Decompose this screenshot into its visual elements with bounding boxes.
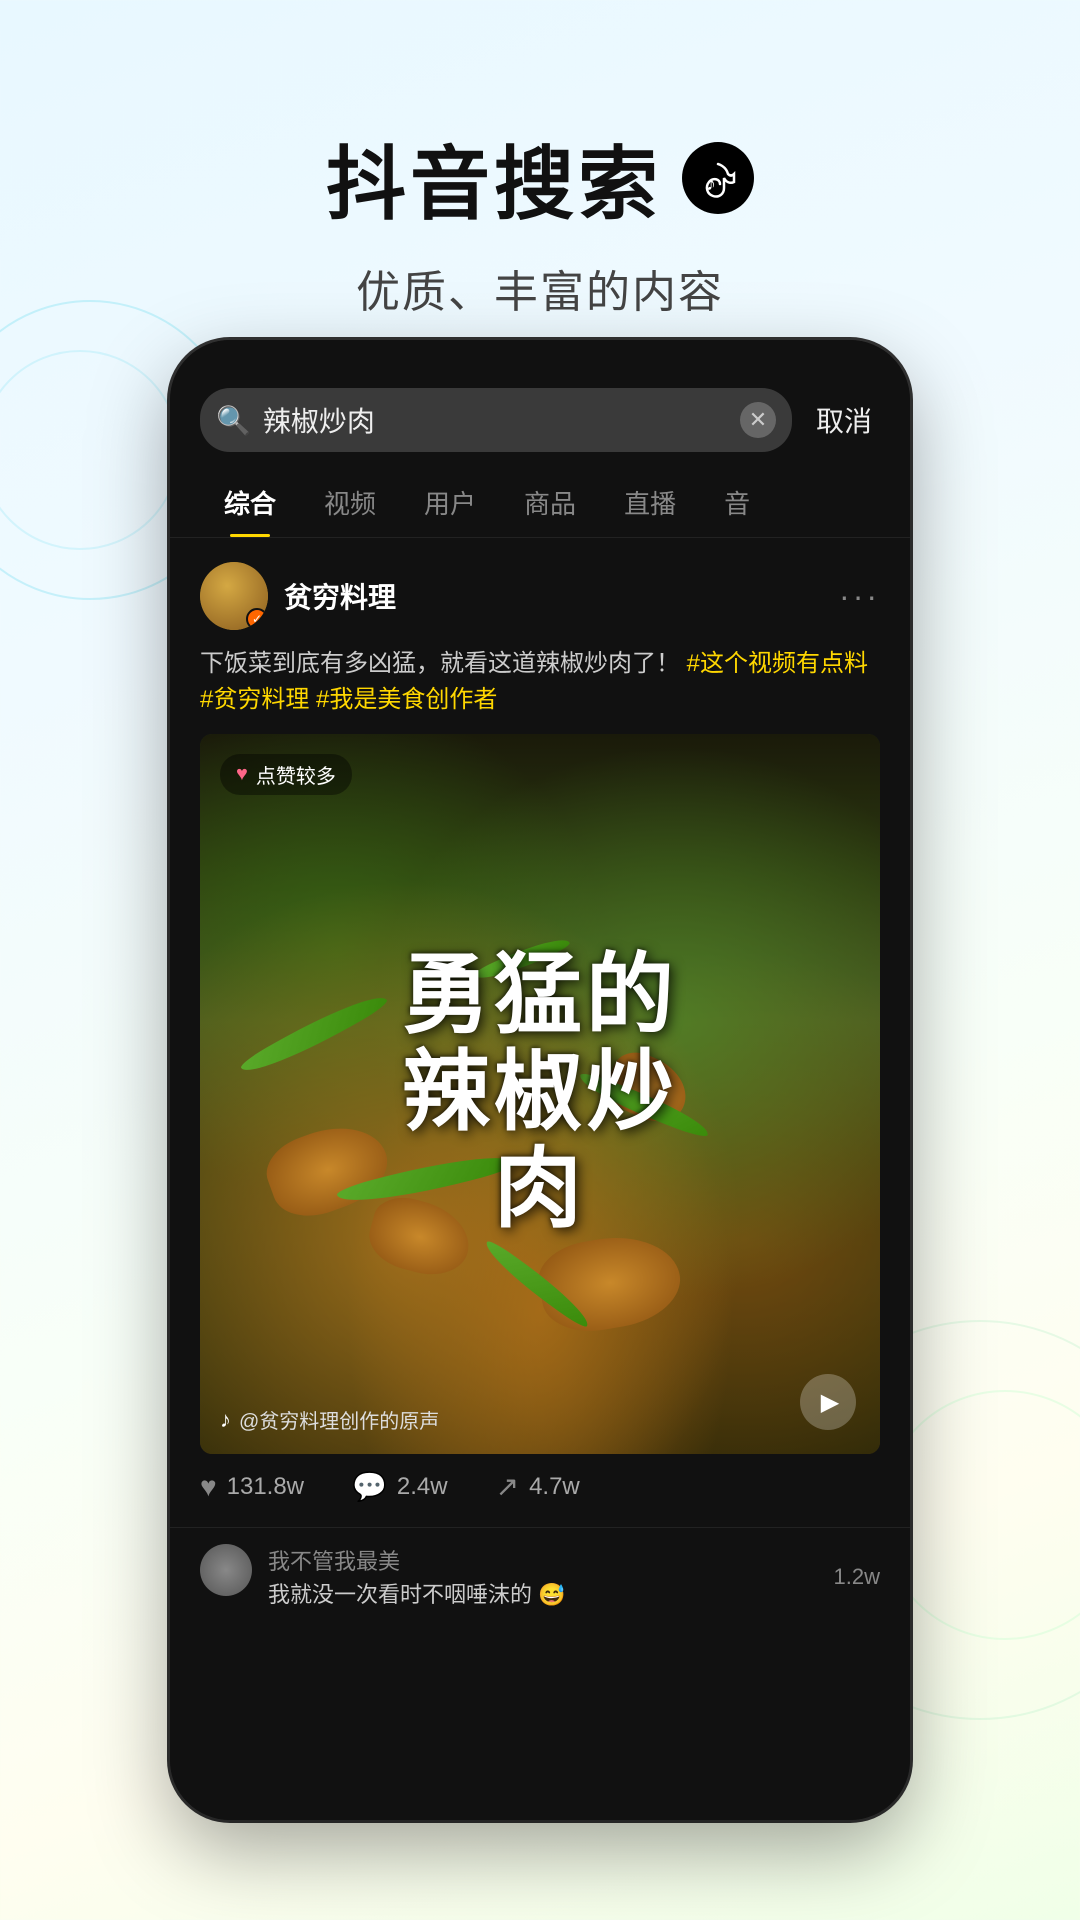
tab-商品[interactable]: 商品 <box>500 468 600 537</box>
shares-value: 4.7w <box>529 1473 580 1501</box>
comments-count[interactable]: 💬 2.4w <box>352 1470 448 1503</box>
search-input-wrap[interactable]: 🔍 辣椒炒肉 ✕ <box>200 388 792 452</box>
shares-count[interactable]: ↗ 4.7w <box>496 1470 580 1503</box>
hashtag-3[interactable]: #我是美食创作者 <box>316 686 497 713</box>
avatar[interactable]: ✓ <box>200 562 268 630</box>
tab-音[interactable]: 音 <box>700 468 774 537</box>
phone-frame: 🔍 辣椒炒肉 ✕ 取消 综合 视频 用户 商品 直播 <box>170 340 910 1820</box>
cancel-button[interactable]: 取消 <box>808 400 880 440</box>
result-card: ✓ 贫穷料理 ··· 下饭菜到底有多凶猛，就看这道辣椒炒肉了！ #这个视频有点料… <box>170 538 910 1527</box>
tab-用户[interactable]: 用户 <box>400 468 500 537</box>
video-overlay-text: 勇猛的辣椒炒肉 <box>234 949 846 1239</box>
header-section: 抖音搜索 ♪ 优质、丰富的内容 <box>0 0 1080 380</box>
comment-text: 我就没一次看时不咽唾沫的 😅 <box>268 1580 818 1611</box>
tiktok-note-icon: ♪ <box>220 1407 231 1433</box>
like-badge: ♥ 点赞较多 <box>220 754 352 795</box>
meat-visual-3 <box>533 1227 687 1340</box>
card-header: ✓ 贫穷料理 ··· <box>200 562 880 630</box>
play-icon: ▶ <box>821 1388 839 1417</box>
title-text: 抖音搜索 <box>326 120 662 236</box>
search-bar-area: 🔍 辣椒炒肉 ✕ 取消 <box>170 340 910 468</box>
content-area: ✓ 贫穷料理 ··· 下饭菜到底有多凶猛，就看这道辣椒炒肉了！ #这个视频有点料… <box>170 538 910 1820</box>
username[interactable]: 贫穷料理 <box>284 576 396 616</box>
tab-bar: 综合 视频 用户 商品 直播 音 <box>170 468 910 538</box>
post-body-text: 下饭菜到底有多凶猛，就看这道辣椒炒肉了！ <box>200 650 680 677</box>
more-options-button[interactable]: ··· <box>839 578 880 615</box>
comment-preview: 我不管我最美 我就没一次看时不咽唾沫的 😅 1.2w <box>170 1527 910 1627</box>
search-query: 辣椒炒肉 <box>263 400 728 440</box>
tiktok-logo-icon: ♪ <box>682 142 754 214</box>
comment-icon: 💬 <box>352 1470 387 1503</box>
hashtag-1[interactable]: #这个视频有点料 <box>687 650 868 677</box>
close-icon: ✕ <box>749 407 767 433</box>
likes-count[interactable]: ♥ 131.8w <box>200 1471 304 1503</box>
tab-直播[interactable]: 直播 <box>600 468 700 537</box>
video-thumbnail[interactable]: ♥ 点赞较多 勇猛的辣椒炒肉 ♪ @贫穷料理创作的原声 ▶ <box>200 734 880 1454</box>
likes-value: 131.8w <box>227 1473 304 1501</box>
phone-screen: 🔍 辣椒炒肉 ✕ 取消 综合 视频 用户 商品 直播 <box>170 340 910 1820</box>
tab-视频[interactable]: 视频 <box>300 468 400 537</box>
comment-author: 我不管我最美 <box>268 1544 818 1576</box>
search-clear-button[interactable]: ✕ <box>740 402 776 438</box>
comment-views: 1.2w <box>834 1564 880 1590</box>
hashtag-2[interactable]: #贫穷料理 <box>200 686 309 713</box>
svg-text:♪: ♪ <box>706 173 720 195</box>
comments-value: 2.4w <box>397 1473 448 1501</box>
app-subtitle: 优质、丰富的内容 <box>0 256 1080 320</box>
share-icon: ↗ <box>496 1470 519 1503</box>
like-badge-text: 点赞较多 <box>256 760 336 789</box>
heart-icon: ♥ <box>236 763 248 786</box>
comment-content: 我不管我最美 我就没一次看时不咽唾沫的 😅 <box>268 1544 818 1611</box>
user-info: ✓ 贫穷料理 <box>200 562 396 630</box>
post-text: 下饭菜到底有多凶猛，就看这道辣椒炒肉了！ #这个视频有点料 #贫穷料理 #我是美… <box>200 646 880 718</box>
tab-综合[interactable]: 综合 <box>200 468 300 537</box>
search-icon: 🔍 <box>216 404 251 437</box>
audio-text: @贫穷料理创作的原声 <box>239 1405 439 1434</box>
heart-icon: ♥ <box>200 1471 217 1503</box>
engagement-row: ♥ 131.8w 💬 2.4w ↗ 4.7w <box>200 1454 880 1511</box>
app-title: 抖音搜索 ♪ <box>0 120 1080 236</box>
audio-info: ♪ @贫穷料理创作的原声 <box>220 1405 439 1434</box>
play-button[interactable]: ▶ <box>800 1374 856 1430</box>
comment-avatar <box>200 1544 252 1596</box>
verified-badge: ✓ <box>246 608 268 630</box>
